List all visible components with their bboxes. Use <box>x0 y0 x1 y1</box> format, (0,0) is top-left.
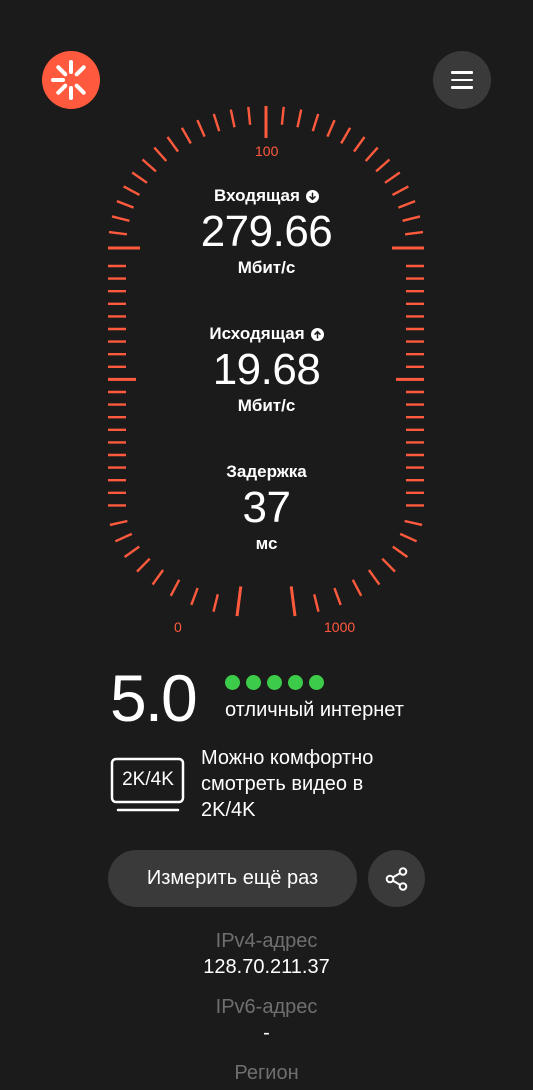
rating-dot <box>246 675 261 690</box>
rating-dot <box>225 675 240 690</box>
download-metric: Входящая 279.66 Мбит/с <box>0 186 533 278</box>
scale-label-top: 100 <box>255 143 279 159</box>
download-value: 279.66 <box>200 207 333 256</box>
gauge-tick <box>136 557 151 573</box>
gauge-tick <box>131 171 148 184</box>
upload-label: Исходящая <box>209 324 305 343</box>
gauge-tick <box>169 579 181 597</box>
gauge-tick <box>340 127 352 144</box>
ipv4-value: 128.70.211.37 <box>203 956 330 978</box>
tv-icon: 2K/4K <box>110 757 186 815</box>
scale-label-min: 0 <box>174 619 182 635</box>
gauge-tick <box>384 171 401 184</box>
upload-label-wrap: Исходящая <box>209 324 324 344</box>
gauge-tick <box>180 127 192 144</box>
latency-value: 37 <box>242 483 291 532</box>
gauge-tick <box>326 119 336 138</box>
region-label: Регион <box>234 1062 299 1084</box>
rating-dots <box>225 675 324 690</box>
share-icon <box>385 866 407 891</box>
gauge-tick <box>196 119 206 138</box>
arrow-up-icon <box>310 327 324 341</box>
upload-unit: Мбит/с <box>237 396 296 415</box>
gauge-tick <box>166 136 179 153</box>
rating-dot <box>288 675 303 690</box>
rating-dot <box>309 675 324 690</box>
upload-value: 19.68 <box>212 345 321 394</box>
ipv4-label: IPv4-адрес <box>215 930 318 952</box>
gauge-tick <box>280 106 285 125</box>
gauge-tick <box>229 109 236 128</box>
rating-dot <box>267 675 282 690</box>
gauge-tick <box>296 109 303 128</box>
latency-metric: Задержка 37 мс <box>0 462 533 554</box>
scale-label-max: 1000 <box>324 619 356 635</box>
gauge-tick <box>311 113 320 132</box>
download-unit: Мбит/с <box>237 258 296 277</box>
gauge-tick <box>381 557 396 573</box>
score-value: 5.0 <box>110 661 198 735</box>
gauge-tick <box>153 146 168 162</box>
gauge-tick <box>141 158 157 173</box>
gauge-tick <box>351 579 363 597</box>
gauge-tick <box>289 586 297 617</box>
gauge-tick <box>375 158 391 173</box>
gauge-tick <box>212 594 219 612</box>
gauge-tick <box>247 106 252 125</box>
upload-metric: Исходящая 19.68 Мбит/с <box>0 324 533 416</box>
gauge-tick <box>235 586 243 617</box>
download-label: Входящая <box>214 186 300 205</box>
arrow-down-icon <box>305 189 319 203</box>
gauge-tick <box>353 136 366 153</box>
video-description: Можно комфортно смотреть видео в 2K/4K <box>201 747 374 821</box>
retry-button[interactable]: Измерить ещё раз <box>108 850 357 907</box>
gauge-tick <box>333 587 342 606</box>
gauge-tick <box>367 569 381 586</box>
gauge-tick <box>364 146 379 162</box>
download-label-wrap: Входящая <box>214 186 319 206</box>
video-quality-badge: 2K/4K <box>122 769 174 790</box>
gauge-tick <box>313 594 320 612</box>
latency-unit: мс <box>255 534 278 553</box>
score-description: отличный интернет <box>225 699 404 721</box>
ipv6-value: - <box>263 1022 270 1044</box>
gauge-tick <box>190 587 199 606</box>
share-button[interactable] <box>368 850 425 907</box>
latency-label: Задержка <box>226 462 307 481</box>
gauge-tick <box>212 113 221 132</box>
gauge-tick <box>151 569 165 586</box>
ipv6-label: IPv6-адрес <box>215 996 318 1018</box>
